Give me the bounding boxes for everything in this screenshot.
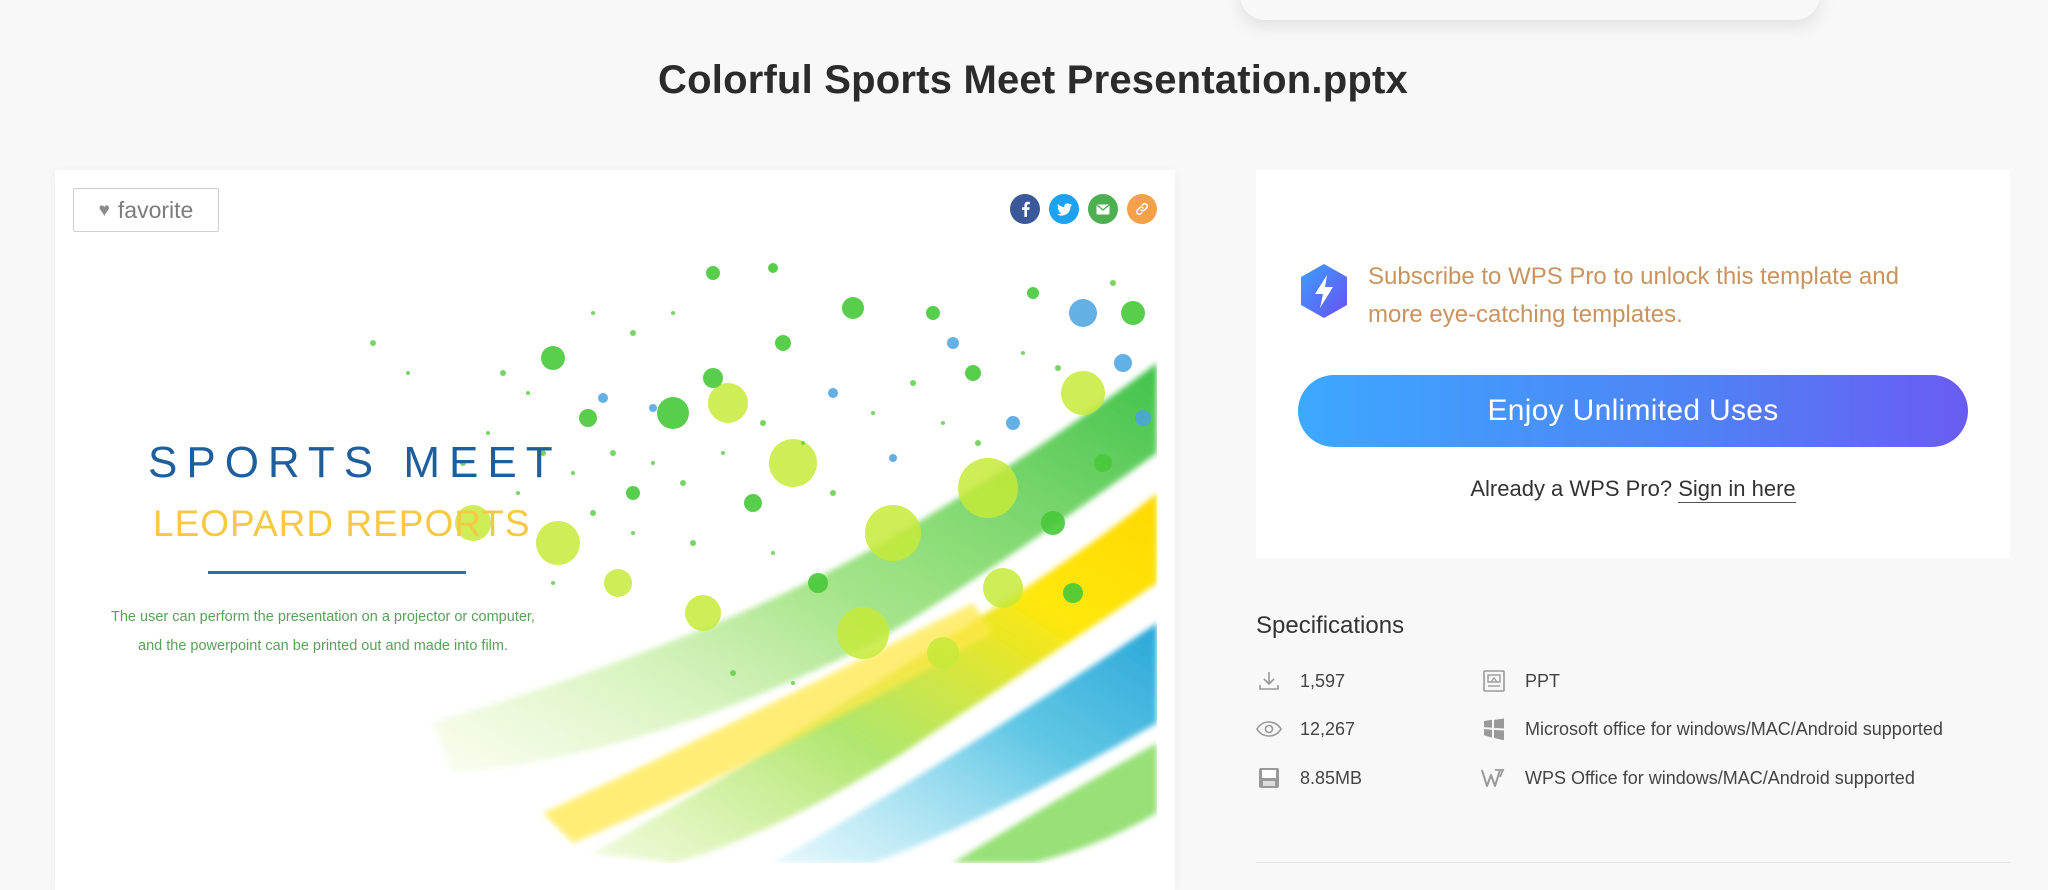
views-count: 12,267: [1300, 718, 1356, 739]
heart-icon: ♥: [98, 199, 110, 221]
spec-ms-support: Microsoft office for windows/MAC/Android…: [1481, 716, 1943, 742]
wps-support-text: WPS Office for windows/MAC/Android suppo…: [1525, 767, 1915, 788]
subscribe-card: Subscribe to WPS Pro to unlock this temp…: [1256, 170, 2010, 558]
email-icon[interactable]: [1088, 194, 1118, 224]
downloads-count: 1,597: [1300, 670, 1346, 691]
favorite-button[interactable]: ♥ favorite: [73, 188, 219, 232]
wps-icon: [1481, 765, 1507, 791]
subscribe-message: Subscribe to WPS Pro to unlock this temp…: [1368, 263, 1899, 328]
slide-preview-image[interactable]: SPORTS MEET LEOPARD REPORTS The user can…: [73, 253, 1157, 863]
spec-size: 8.85MB: [1256, 765, 1362, 791]
favorite-label: favorite: [117, 196, 194, 223]
slide-description-line-2: and the powerpoint can be printed out an…: [138, 638, 508, 654]
slide-description: The user can perform the presentation on…: [103, 603, 543, 661]
page-title: Colorful Sports Meet Presentation.pptx: [658, 58, 1408, 102]
template-preview-card: ♥ favorite SPORTS MEET LEOPARD REPORTS T…: [55, 170, 1175, 890]
windows-icon: [1481, 716, 1507, 742]
file-format: PPT: [1525, 670, 1561, 691]
download-icon: [1256, 668, 1282, 694]
bolt-icon: [1301, 264, 1347, 318]
slide-divider: [208, 571, 466, 574]
ms-support-text: Microsoft office for windows/MAC/Android…: [1525, 718, 1943, 739]
link-icon[interactable]: [1127, 194, 1157, 224]
specifications-heading: Specifications: [1256, 612, 1405, 639]
spec-wps-support: WPS Office for windows/MAC/Android suppo…: [1481, 765, 1915, 791]
spec-format: PPT: [1481, 668, 1560, 694]
signin-link[interactable]: Sign in here: [1678, 476, 1796, 503]
eye-icon: [1256, 716, 1282, 742]
already-pro-text: Already a WPS Pro?: [1470, 476, 1673, 501]
top-search-bar-shadow: [1240, 0, 1820, 20]
share-buttons: [1010, 194, 1157, 224]
spec-views: 12,267: [1256, 716, 1355, 742]
section-divider: [1256, 862, 2010, 863]
enjoy-unlimited-button[interactable]: Enjoy Unlimited Uses: [1298, 375, 1968, 447]
slide-subtitle: LEOPARD REPORTS: [153, 503, 531, 544]
slide-description-line-1: The user can perform the presentation on…: [111, 609, 535, 625]
facebook-icon[interactable]: [1010, 194, 1040, 224]
spec-downloads: 1,597: [1256, 668, 1345, 694]
slide-title: SPORTS MEET: [148, 438, 562, 487]
paint-splash-artwork: [370, 263, 1157, 863]
twitter-icon[interactable]: [1049, 194, 1079, 224]
file-size: 8.85MB: [1300, 767, 1363, 788]
ppt-file-icon: [1481, 668, 1507, 694]
disk-icon: [1256, 765, 1282, 791]
signin-row: Already a WPS Pro? Sign in here: [1256, 476, 2010, 503]
